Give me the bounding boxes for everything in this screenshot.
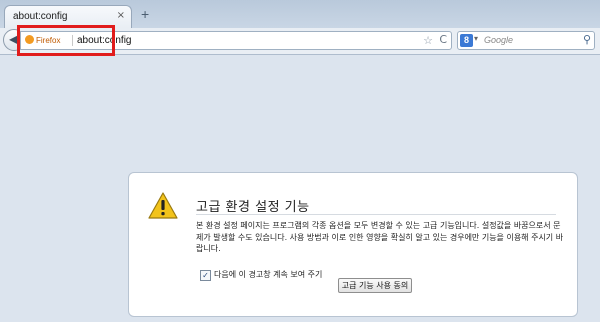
engine-dropdown-icon[interactable]: ▾	[474, 34, 478, 43]
show-warning-label: 다음에 이 경고창 계속 보여 주기	[214, 270, 323, 279]
search-magnifier-icon[interactable]: ⚲	[583, 33, 591, 46]
tab-strip: about:config × +	[0, 0, 600, 28]
warning-icon	[148, 192, 178, 219]
reload-icon[interactable]: C	[439, 33, 447, 46]
warning-title: 고급 환경 설정 기능	[196, 200, 310, 215]
warning-message: 본 환경 설정 페이지는 프로그램의 각종 옵션을 모두 변경할 수 있는 고급…	[196, 221, 564, 253]
new-tab-button[interactable]: +	[141, 7, 149, 21]
search-bar[interactable]: 8 ▾ Google ⚲	[457, 31, 595, 50]
show-warning-checkbox-row[interactable]: ✓ 다음에 이 경고창 계속 보여 주기	[200, 262, 322, 281]
search-input[interactable]: Google	[484, 32, 513, 49]
bookmark-star-icon[interactable]: ☆	[423, 34, 433, 47]
url-highlight-annotation	[17, 25, 115, 56]
close-tab-icon[interactable]: ×	[117, 10, 125, 21]
tab-title: about:config	[13, 11, 68, 22]
accept-risk-button[interactable]: 고급 기능 사용 동의	[338, 278, 412, 293]
show-warning-checkbox[interactable]: ✓	[200, 270, 211, 281]
google-engine-icon[interactable]: 8	[460, 34, 473, 47]
title-divider	[196, 214, 556, 215]
